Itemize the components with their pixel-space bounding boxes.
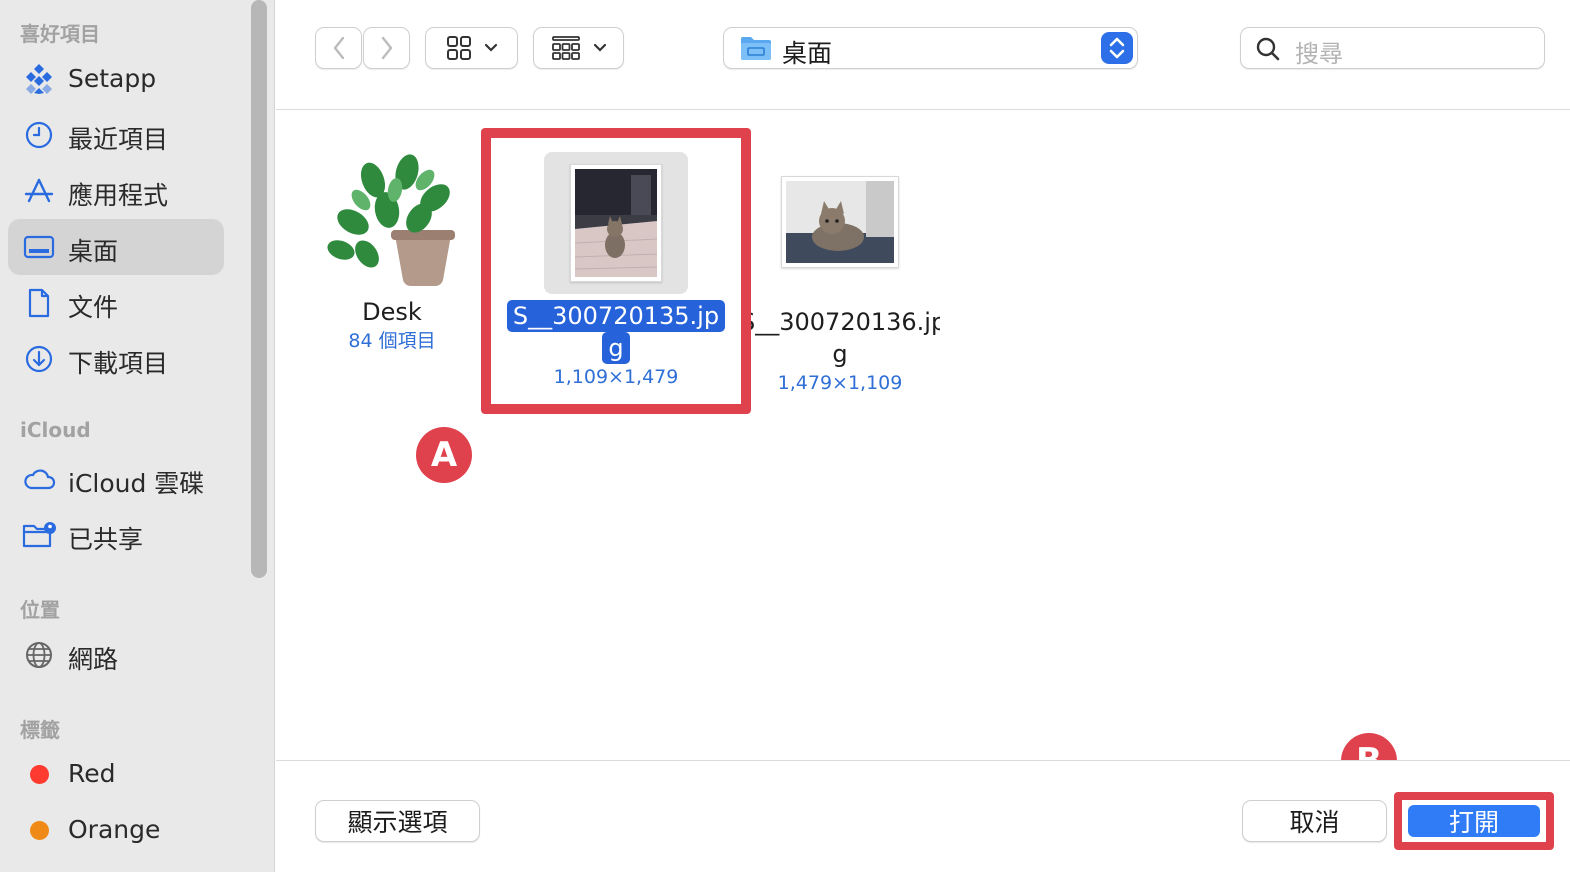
section-tags: 標籤 — [20, 718, 60, 742]
sidebar-item-label: 桌面 — [68, 237, 119, 266]
file-item-desk[interactable]: Desk 84 個項目 — [322, 150, 462, 354]
sidebar-scrollbar[interactable] — [251, 0, 267, 578]
document-icon — [22, 288, 56, 318]
file-item-s300720136[interactable]: S__300720136.jp g 1,479×1,109 — [740, 152, 940, 396]
sidebar-item-label: iCloud 雲碟 — [68, 469, 205, 498]
section-locations: 位置 — [20, 598, 60, 622]
cloud-icon — [22, 464, 56, 494]
tag-dot-icon — [22, 815, 56, 845]
file-name-line2: g — [832, 340, 848, 368]
sidebar-tag-orange[interactable]: Orange — [8, 802, 224, 858]
globe-icon — [22, 640, 56, 670]
sidebar-item-downloads[interactable]: 下載項目 — [8, 331, 224, 387]
sidebar-item-label: 應用程式 — [68, 181, 169, 210]
setapp-icon — [22, 64, 56, 94]
sidebar-item-documents[interactable]: 文件 — [8, 275, 224, 331]
back-button[interactable] — [315, 27, 362, 69]
file-name: Desk — [362, 298, 422, 326]
sidebar-item-label: 文件 — [68, 293, 119, 322]
chevron-down-icon — [593, 43, 606, 52]
search-icon — [1256, 37, 1280, 61]
sidebar: 喜好項目 Setapp 最近項目 應用程式 桌面 文件 下載項目 iCloud … — [0, 0, 275, 872]
view-mode-button[interactable] — [425, 27, 518, 69]
plant-folder-icon — [327, 154, 455, 286]
location-label: 桌面 — [782, 39, 833, 68]
location-popup[interactable]: 桌面 — [723, 27, 1138, 69]
download-icon — [22, 344, 56, 374]
folder-icon — [741, 37, 771, 60]
file-name-line1: S__300720136.jp — [740, 308, 940, 336]
sidebar-item-label: 最近項目 — [68, 125, 169, 154]
cancel-button[interactable]: 取消 — [1242, 800, 1387, 842]
search-placeholder: 搜尋 — [1295, 40, 1343, 68]
sidebar-item-shared[interactable]: 已共享 — [8, 507, 224, 563]
sidebar-tag-red[interactable]: Red — [8, 746, 224, 802]
annotation-highlight-box — [481, 128, 751, 414]
sidebar-item-applications[interactable]: 應用程式 — [8, 163, 224, 219]
clock-icon — [22, 120, 56, 150]
section-icloud: iCloud — [20, 418, 91, 442]
annotation-marker-a: A — [416, 427, 472, 483]
show-options-button[interactable]: 顯示選項 — [315, 800, 480, 842]
updown-stepper-icon — [1101, 32, 1133, 64]
sidebar-item-label: Red — [68, 759, 116, 788]
sidebar-item-setapp[interactable]: Setapp — [8, 51, 224, 107]
sidebar-item-label: 網路 — [68, 645, 119, 674]
sidebar-item-label: Orange — [68, 815, 161, 844]
sidebar-item-network[interactable]: 網路 — [8, 627, 224, 683]
forward-button[interactable] — [363, 27, 410, 69]
applications-icon — [22, 176, 56, 206]
group-by-button[interactable] — [533, 27, 624, 69]
sidebar-item-label: Setapp — [68, 64, 157, 93]
tag-dot-icon — [22, 759, 56, 789]
sidebar-item-label: 已共享 — [68, 525, 144, 554]
cat-photo-thumbnail — [781, 176, 899, 268]
chevron-right-icon — [381, 36, 392, 60]
sidebar-item-icloud-drive[interactable]: iCloud 雲碟 — [8, 451, 224, 507]
sidebar-item-recents[interactable]: 最近項目 — [8, 107, 224, 163]
toolbar: 桌面 搜尋 — [276, 0, 1570, 110]
section-favorites: 喜好項目 — [20, 22, 100, 46]
gallery-grid-icon — [551, 36, 580, 60]
shared-folder-icon — [22, 520, 56, 550]
file-meta: 1,479×1,109 — [777, 372, 903, 394]
icon-grid-icon — [446, 36, 471, 60]
file-meta: 84 個項目 — [348, 330, 436, 352]
sidebar-item-label: 下載項目 — [68, 349, 169, 378]
open-button[interactable]: 打開 — [1408, 805, 1540, 837]
chevron-down-icon — [484, 43, 497, 52]
chevron-left-icon — [333, 36, 344, 60]
search-field[interactable]: 搜尋 — [1240, 27, 1545, 69]
desktop-icon — [22, 232, 56, 262]
sidebar-item-desktop[interactable]: 桌面 — [8, 219, 224, 275]
